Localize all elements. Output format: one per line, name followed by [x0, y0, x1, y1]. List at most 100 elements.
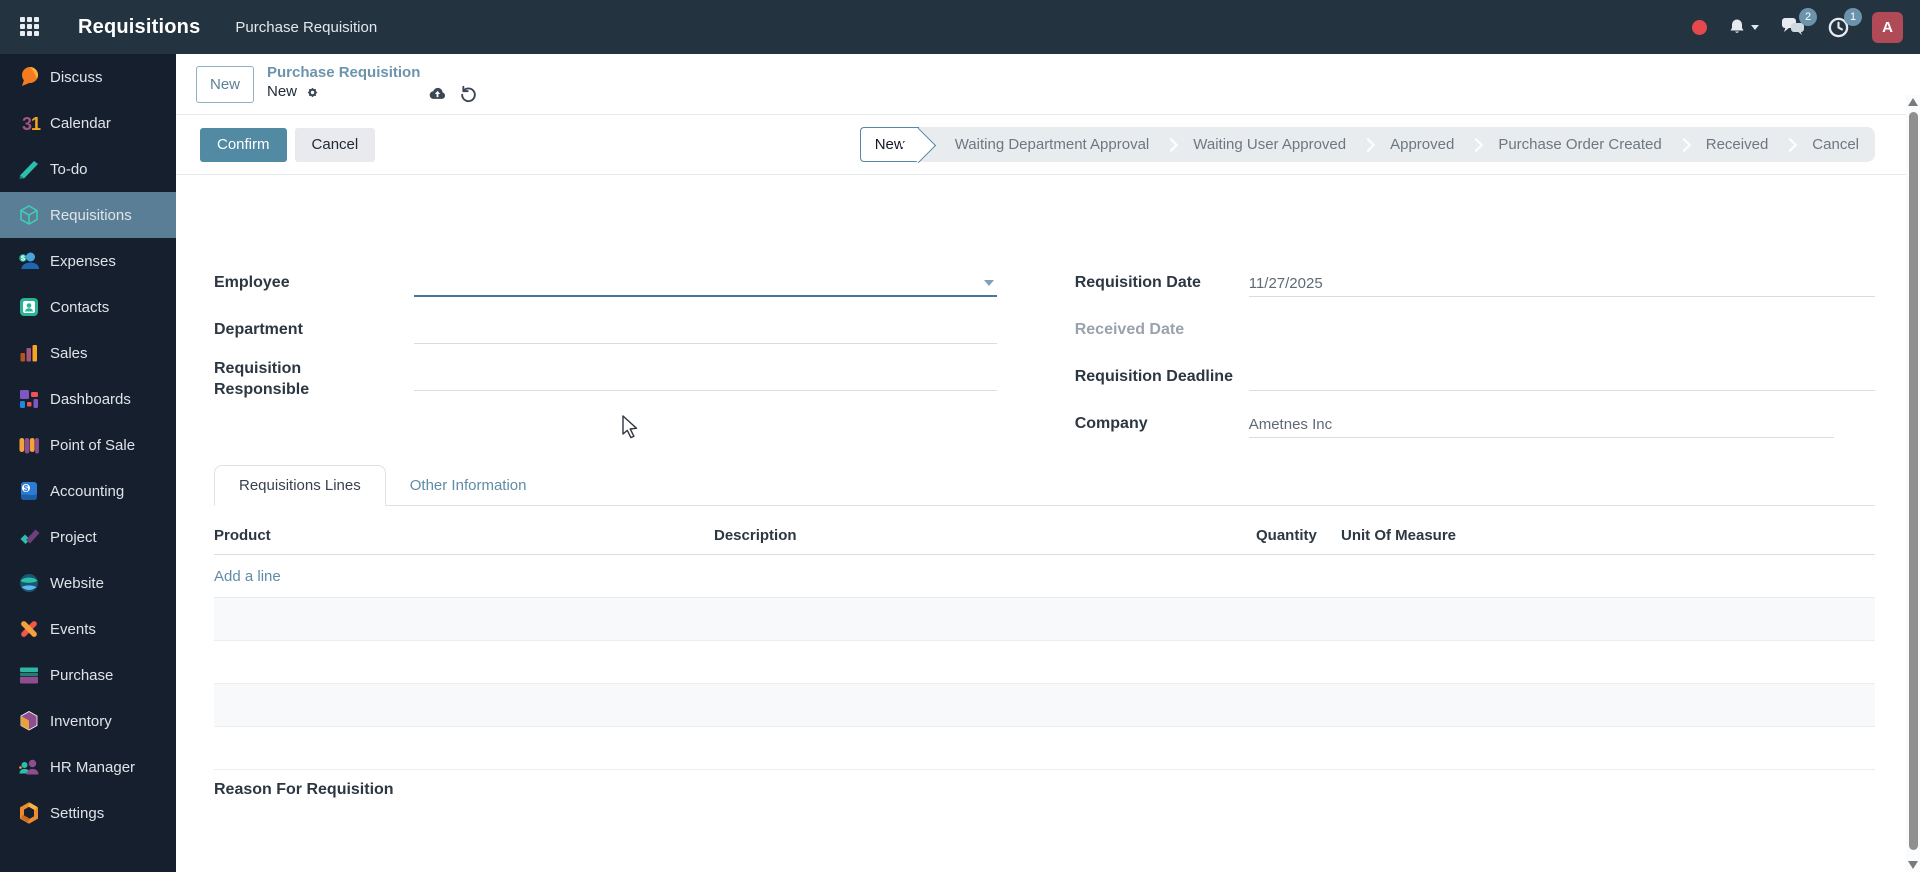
gear-icon[interactable]: [304, 84, 321, 101]
stage-chevron-icon: [1783, 137, 1798, 152]
stage-new[interactable]: New: [859, 127, 919, 162]
sidebar-item-calendar[interactable]: 31 Calendar: [0, 100, 176, 146]
events-icon: [17, 617, 41, 641]
apps-grid-icon[interactable]: [20, 17, 40, 37]
employee-input[interactable]: [414, 271, 997, 297]
scroll-up-arrow-icon[interactable]: [1908, 98, 1918, 106]
todo-icon: [17, 157, 41, 181]
empty-line-row: [214, 684, 1875, 727]
stage-chevron-icon: [1469, 137, 1484, 152]
messages-button[interactable]: 2: [1781, 8, 1817, 38]
field-row-received-date: Received Date: [1075, 297, 1875, 344]
empty-line-row: [214, 641, 1875, 684]
sidebar-item-purchase[interactable]: Purchase: [0, 652, 176, 698]
stage-waiting-department-approval[interactable]: Waiting Department Approval: [935, 127, 1166, 162]
save-cloud-icon[interactable]: [427, 83, 448, 103]
activities-count-badge: 1: [1844, 7, 1862, 26]
requisitions-cube-icon: [17, 203, 41, 227]
column-description: Description: [714, 527, 797, 544]
svg-text:1: 1: [31, 114, 41, 134]
sidebar-item-events[interactable]: Events: [0, 606, 176, 652]
notebook-tabs: Requisitions Lines Other Information: [214, 463, 1875, 506]
top-navbar: Requisitions Purchase Requisition 2 1 A: [0, 0, 1920, 54]
requisition-date-input[interactable]: 11/27/2025: [1248, 271, 1875, 297]
confirm-button[interactable]: Confirm: [200, 127, 287, 162]
menu-purchase-requisition[interactable]: Purchase Requisition: [225, 13, 387, 42]
stage-received[interactable]: Received: [1690, 127, 1785, 162]
sales-icon: [17, 341, 41, 365]
settings-icon: [17, 801, 41, 825]
stage-purchase-order-created[interactable]: Purchase Order Created: [1482, 127, 1677, 162]
form-sheet: Employee Department Requisition Responsi…: [176, 175, 1920, 799]
accounting-icon: $: [17, 479, 41, 503]
column-quantity: Quantity: [1256, 527, 1317, 544]
sidebar-item-website[interactable]: Website: [0, 560, 176, 606]
cancel-button[interactable]: Cancel: [294, 127, 376, 162]
field-row-requisition-deadline: Requisition Deadline: [1075, 344, 1875, 391]
sidebar-item-settings[interactable]: Settings: [0, 790, 176, 836]
reason-for-requisition-label: Reason For Requisition: [214, 781, 394, 798]
control-panel: New Purchase Requisition New: [176, 54, 1920, 115]
requisition-deadline-input[interactable]: [1248, 365, 1875, 391]
tab-requisitions-lines[interactable]: Requisitions Lines: [214, 465, 386, 506]
sidebar-item-contacts[interactable]: Contacts: [0, 284, 176, 330]
new-record-button[interactable]: New: [196, 66, 254, 103]
stage-cancel[interactable]: Cancel: [1796, 127, 1875, 162]
requisition-responsible-label: Requisition Responsible: [214, 360, 310, 398]
dropdown-caret-icon[interactable]: [983, 280, 994, 286]
discard-rotate-icon[interactable]: [459, 84, 478, 103]
scrollbar-thumb[interactable]: [1909, 112, 1918, 850]
stage-chevron-icon: [1361, 137, 1376, 152]
field-row-requisition-responsible: Requisition Responsible: [214, 344, 997, 398]
requisition-deadline-label: Requisition Deadline: [1074, 368, 1233, 385]
lines-table-header: Product Description Quantity Unit Of Mea…: [214, 506, 1875, 555]
employee-label: Employee: [214, 274, 290, 291]
tab-other-information[interactable]: Other Information: [386, 466, 551, 505]
sidebar-item-hr-manager[interactable]: HR Manager: [0, 744, 176, 790]
sidebar-item-dashboards[interactable]: Dashboards: [0, 376, 176, 422]
sidebar-item-project[interactable]: Project: [0, 514, 176, 560]
received-date-label: Received Date: [1074, 321, 1185, 338]
vertical-scrollbar[interactable]: [1906, 95, 1920, 872]
received-date-input: [1249, 318, 1875, 344]
stage-approved[interactable]: Approved: [1374, 127, 1470, 162]
messages-count-badge: 2: [1799, 8, 1817, 26]
app-sidebar: Discuss 31 Calendar To-do Requisitions $…: [0, 54, 176, 872]
notifications-bell[interactable]: [1727, 17, 1759, 37]
breadcrumb-parent-link[interactable]: Purchase Requisition: [267, 64, 420, 81]
sidebar-item-discuss[interactable]: Discuss: [0, 54, 176, 100]
sidebar-item-todo[interactable]: To-do: [0, 146, 176, 192]
dashboards-icon: [17, 387, 41, 411]
add-line-row: Add a line: [214, 555, 1875, 598]
stage-waiting-user-approved[interactable]: Waiting User Approved: [1177, 127, 1362, 162]
statusbar: Confirm Cancel New Waiting Department Ap…: [176, 115, 1920, 175]
column-unit-of-measure: Unit Of Measure: [1341, 527, 1457, 544]
notebook: Requisitions Lines Other Information Pro…: [214, 463, 1875, 799]
sidebar-item-inventory[interactable]: Inventory: [0, 698, 176, 744]
department-label: Department: [214, 321, 303, 338]
breadcrumb-current: New: [267, 83, 298, 100]
company-input[interactable]: Ametnes Inc: [1248, 412, 1834, 438]
requisition-date-label: Requisition Date: [1074, 274, 1201, 291]
user-avatar[interactable]: A: [1872, 11, 1903, 43]
sidebar-item-accounting[interactable]: $ Accounting: [0, 468, 176, 514]
sidebar-item-requisitions[interactable]: Requisitions: [0, 192, 176, 238]
sidebar-item-point-of-sale[interactable]: Point of Sale: [0, 422, 176, 468]
scroll-down-arrow-icon[interactable]: [1908, 861, 1918, 869]
point-of-sale-icon: [17, 433, 41, 457]
department-input[interactable]: [414, 318, 997, 344]
empty-line-row: [214, 598, 1875, 641]
svg-text:$: $: [24, 484, 29, 493]
requisition-responsible-input[interactable]: [414, 365, 997, 391]
bell-caret-icon: [1751, 24, 1759, 30]
empty-line-row: [214, 727, 1875, 770]
activities-button[interactable]: 1: [1827, 7, 1862, 39]
recording-dot-icon[interactable]: [1692, 19, 1707, 35]
website-icon: [17, 571, 41, 595]
sidebar-item-sales[interactable]: Sales: [0, 330, 176, 376]
add-a-line-link[interactable]: Add a line: [214, 568, 281, 585]
field-row-department: Department: [214, 297, 997, 344]
inventory-icon: [17, 709, 41, 733]
sidebar-item-expenses[interactable]: $ Expenses: [0, 238, 176, 284]
field-row-requisition-date: Requisition Date 11/27/2025: [1075, 250, 1875, 297]
